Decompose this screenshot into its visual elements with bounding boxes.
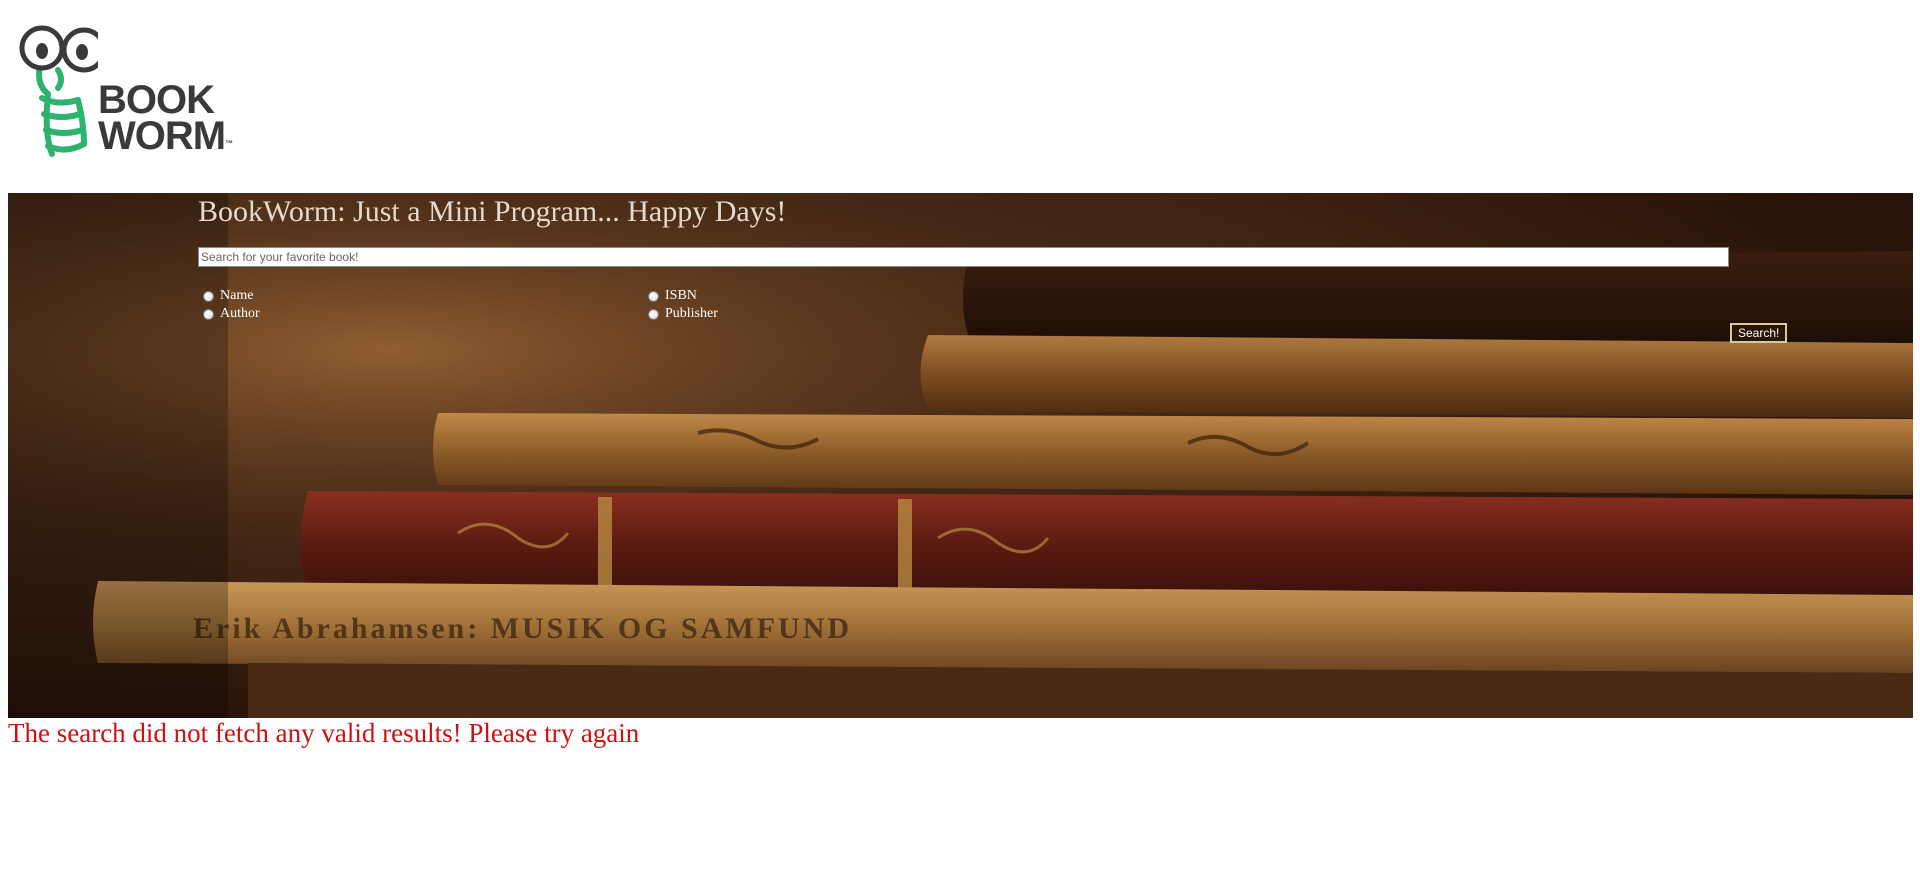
radio-isbn[interactable]	[648, 290, 659, 302]
background-book-spine-text: Erik Abrahamsen: MUSIK OG SAMFUND	[193, 612, 852, 645]
logo-line-1: BOOK	[98, 78, 215, 122]
radio-author[interactable]	[203, 308, 214, 320]
error-message: The search did not fetch any valid resul…	[8, 718, 640, 748]
hero-banner: Erik Abrahamsen: MUSIK OG SAMFUND BookWo…	[8, 193, 1913, 718]
filter-option-isbn[interactable]: ISBN	[648, 287, 697, 305]
logo-wordmark: BOOK WORM™	[98, 78, 233, 156]
filter-option-author[interactable]: Author	[203, 305, 260, 323]
radio-name[interactable]	[203, 290, 214, 302]
filter-label-author: Author	[220, 306, 260, 321]
search-input[interactable]	[198, 247, 1729, 267]
logo-line-2: WORM	[98, 114, 226, 158]
trademark-symbol: ™	[225, 139, 233, 148]
filter-label-name: Name	[220, 288, 254, 303]
filter-label-publisher: Publisher	[665, 306, 718, 321]
page-title: BookWorm: Just a Mini Program... Happy D…	[198, 195, 787, 228]
radio-publisher[interactable]	[648, 308, 659, 320]
filter-option-publisher[interactable]: Publisher	[648, 305, 718, 323]
worm-icon	[19, 25, 107, 157]
books-background-image: Erik Abrahamsen: MUSIK OG SAMFUND	[8, 193, 1913, 718]
filter-label-isbn: ISBN	[665, 288, 697, 303]
filter-option-name[interactable]: Name	[203, 287, 253, 305]
bookworm-logo: BOOK WORM™	[18, 14, 233, 164]
search-button[interactable]: Search!	[1730, 323, 1788, 343]
